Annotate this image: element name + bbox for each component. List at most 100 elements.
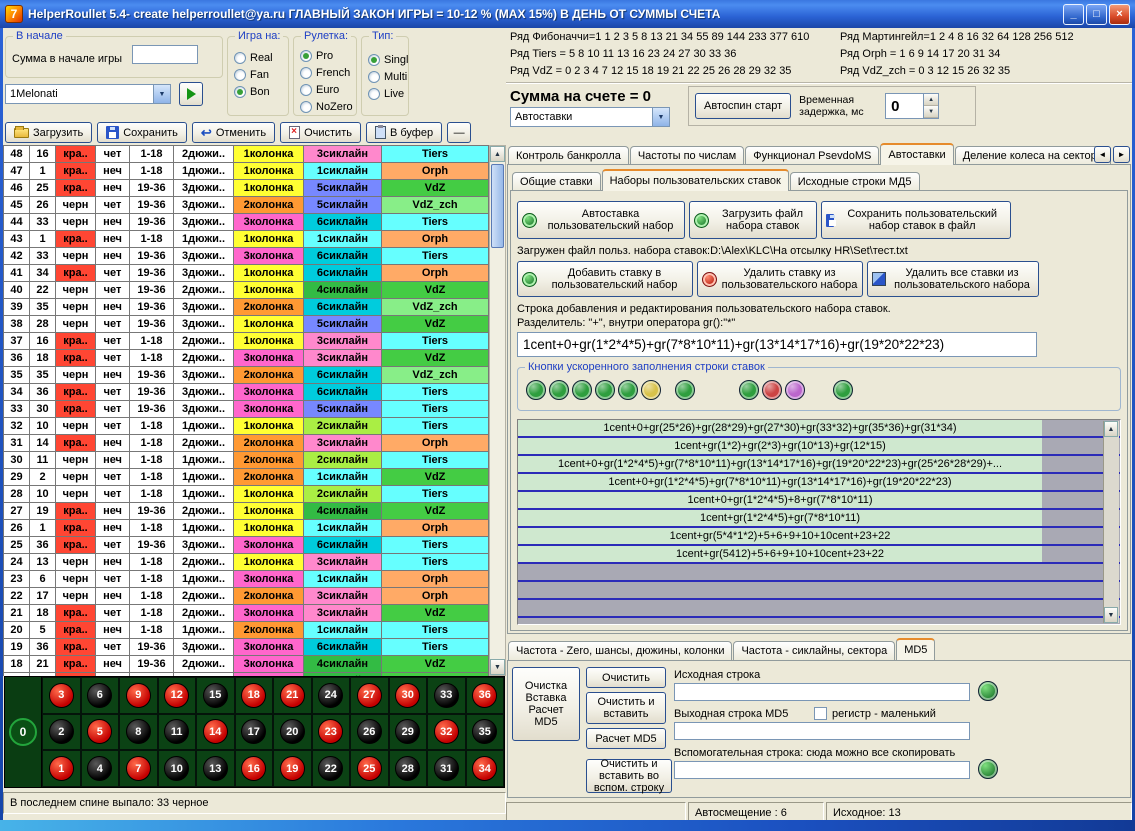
dropdown-arrow-icon[interactable]: ▼ (153, 85, 170, 103)
radio-icon[interactable] (368, 54, 380, 66)
autospin-start-button[interactable]: Автоспин старт (695, 93, 791, 119)
bet-list-item-text[interactable]: 1cent+gr(5*4*1*2)+5+6+9+10+10cent+23+22 (518, 528, 1042, 544)
radio-Euro[interactable]: Euro (294, 81, 356, 98)
md5-output-input[interactable] (674, 722, 970, 740)
board-cell-zero[interactable]: 0 (5, 677, 42, 787)
tab-исходные-строки-мд5[interactable]: Исходные строки МД5 (790, 172, 920, 191)
board-cell-30[interactable]: 30 (389, 677, 428, 714)
board-cell-1[interactable]: 1 (42, 750, 81, 787)
board-cell-36[interactable]: 36 (466, 677, 505, 714)
tab-частота-сиклайны-сектора[interactable]: Частота - сиклайны, сектора (733, 641, 895, 660)
close-button[interactable]: × (1109, 4, 1130, 25)
save-bets-file-button[interactable]: Сохранить пользовательский набор ставок … (821, 201, 1011, 239)
board-cell-16[interactable]: 16 (235, 750, 274, 787)
quick-chip-button-2[interactable] (549, 380, 569, 400)
board-cell-33[interactable]: 33 (427, 677, 466, 714)
tab-частота-zero-шансы-дюжины-колонки[interactable]: Частота - Zero, шансы, дюжины, колонки (508, 641, 732, 660)
md5-helper-input[interactable] (674, 761, 970, 779)
quick-chip-button-9[interactable] (762, 380, 782, 400)
dropdown-arrow-icon[interactable]: ▼ (652, 108, 669, 126)
board-cell-2[interactable]: 2 (42, 714, 81, 751)
radio-Multi[interactable]: Multi (362, 68, 408, 85)
radio-NoZero[interactable]: NoZero (294, 98, 356, 115)
board-cell-8[interactable]: 8 (119, 714, 158, 751)
quick-chip-button-10[interactable] (785, 380, 805, 400)
save-button[interactable]: Сохранить (97, 122, 187, 143)
bet-string-input[interactable] (517, 332, 1037, 357)
radio-icon[interactable] (300, 84, 312, 96)
tab-scroll-left-icon[interactable]: ◄ (1094, 146, 1111, 163)
md5-source-chip-button[interactable] (978, 681, 998, 701)
board-cell-4[interactable]: 4 (81, 750, 120, 787)
board-cell-22[interactable]: 22 (312, 750, 351, 787)
quick-chip-button-5[interactable] (618, 380, 638, 400)
board-cell-13[interactable]: 13 (196, 750, 235, 787)
board-cell-9[interactable]: 9 (119, 677, 158, 714)
radio-Live[interactable]: Live (362, 85, 408, 102)
md5-calc-button[interactable]: Расчет MD5 (586, 728, 666, 749)
radio-icon[interactable] (300, 67, 312, 79)
board-cell-32[interactable]: 32 (427, 714, 466, 751)
board-cell-27[interactable]: 27 (350, 677, 389, 714)
board-cell-29[interactable]: 29 (389, 714, 428, 751)
board-cell-31[interactable]: 31 (427, 750, 466, 787)
radio-icon[interactable] (368, 71, 380, 83)
board-cell-14[interactable]: 14 (196, 714, 235, 751)
radio-icon[interactable] (300, 50, 312, 62)
board-cell-35[interactable]: 35 (466, 714, 505, 751)
bet-list-item[interactable]: 1cent+gr(1*2*4*5)+gr(7*8*10*11) (518, 510, 1120, 528)
bet-list-item[interactable]: 1cent+gr(1*2)+gr(2*3)+gr(10*13)+gr(12*15… (518, 438, 1120, 456)
bet-list-item[interactable]: 1cent+gr(5412)+5+6+9+10+10cent+23+22 (518, 546, 1120, 564)
delay-value[interactable]: 0 (886, 94, 923, 118)
spinner-down-icon[interactable]: ▼ (924, 106, 938, 118)
collapse-button[interactable]: — (447, 122, 471, 143)
board-cell-10[interactable]: 10 (158, 750, 197, 787)
board-cell-12[interactable]: 12 (158, 677, 197, 714)
tab-частоты-по-числам[interactable]: Частоты по числам (630, 146, 744, 165)
bet-list-item-text[interactable]: 1cent+gr(5412)+5+6+9+10+10cent+23+22 (518, 546, 1042, 562)
radio-icon[interactable] (368, 88, 380, 100)
spinner-up-icon[interactable]: ▲ (924, 94, 938, 106)
board-cell-26[interactable]: 26 (350, 714, 389, 751)
bet-list-item-text[interactable]: 1cent+0+gr(1*2*4*5)+8+gr(7*8*10*11) (518, 492, 1042, 508)
autobet-custom-set-button[interactable]: Автоставка пользовательский набор (517, 201, 685, 239)
add-bet-button[interactable]: Добавить ставку в пользовательский набор (517, 261, 693, 297)
tab-деление-колеса-на-сектора[interactable]: Деление колеса на сектора (955, 146, 1111, 165)
tab-scroll-right-icon[interactable]: ► (1113, 146, 1130, 163)
md5-source-input[interactable] (674, 683, 970, 701)
radio-Bon[interactable]: Bon (228, 83, 288, 100)
tab-наборы-пользовательских-ставок[interactable]: Наборы пользовательских ставок (602, 169, 789, 191)
maximize-button[interactable]: □ (1086, 4, 1107, 25)
spins-scrollbar[interactable]: ▲ ▼ (489, 145, 506, 676)
copy-to-buffer-button[interactable]: В буфер (366, 122, 442, 143)
tab-функционал-psevdoms[interactable]: Функционал PsevdoMS (745, 146, 879, 165)
board-cell-5[interactable]: 5 (81, 714, 120, 751)
undo-button[interactable]: ↩Отменить (192, 122, 275, 143)
board-cell-3[interactable]: 3 (42, 677, 81, 714)
board-cell-20[interactable]: 20 (273, 714, 312, 751)
bet-list-item-text[interactable]: 1cent+gr(1*2)+gr(2*3)+gr(10*13)+gr(12*15… (518, 438, 1042, 454)
board-cell-7[interactable]: 7 (119, 750, 158, 787)
tab-md5[interactable]: MD5 (896, 638, 935, 660)
board-cell-24[interactable]: 24 (312, 677, 351, 714)
scrollbar-thumb[interactable] (491, 164, 504, 248)
bet-list-item-text[interactable]: 1cent+gr(1*2*4*5)+gr(7*8*10*11) (518, 510, 1042, 526)
scroll-down-icon[interactable]: ▼ (490, 659, 505, 675)
remove-all-bets-button[interactable]: Удалить все ставки из пользовательского … (867, 261, 1039, 297)
tab-общие-ставки[interactable]: Общие ставки (512, 172, 601, 191)
bet-list-scrollbar[interactable]: ▲ ▼ (1103, 421, 1119, 623)
board-cell-28[interactable]: 28 (389, 750, 428, 787)
tab-автоставки[interactable]: Автоставки (880, 143, 953, 165)
bet-list-item-text[interactable]: 1cent+0+gr(25*26)+gr(28*29)+gr(27*30)+gr… (518, 420, 1042, 436)
board-cell-19[interactable]: 19 (273, 750, 312, 787)
radio-Fan[interactable]: Fan (228, 66, 288, 83)
radio-Pro[interactable]: Pro (294, 47, 356, 64)
board-cell-21[interactable]: 21 (273, 677, 312, 714)
md5-clear-paste-button[interactable]: Очистить и вставить (586, 692, 666, 724)
md5-helper-chip-button[interactable] (978, 759, 998, 779)
board-cell-11[interactable]: 11 (158, 714, 197, 751)
bet-list-item-text[interactable]: 1cent+0+gr(1*2*4*5)+gr(7*8*10*11)+gr(13*… (518, 474, 1042, 490)
delay-spinner[interactable]: 0 ▲ ▼ (885, 93, 939, 119)
bet-list-item[interactable]: 1cent+0+gr(1*2*4*5)+gr(7*8*10*11)+gr(13*… (518, 456, 1120, 474)
load-bets-file-button[interactable]: Загрузить файл набора ставок (689, 201, 817, 239)
